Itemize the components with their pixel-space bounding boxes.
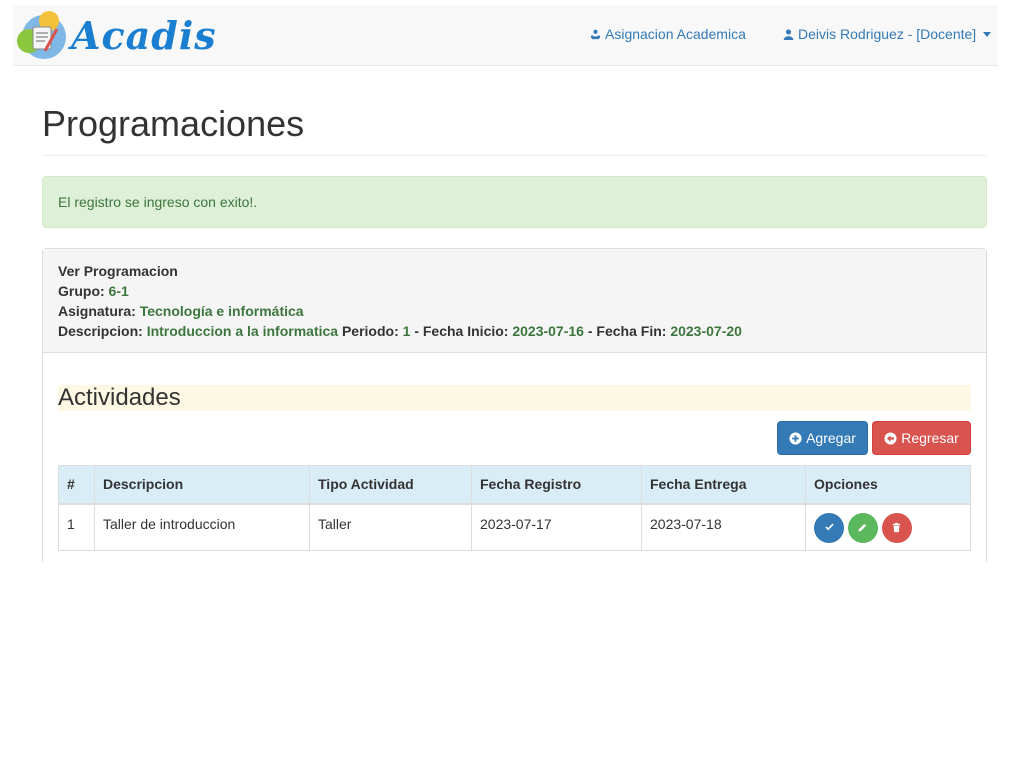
- brand[interactable]: Acadis: [15, 5, 217, 65]
- add-activity-button[interactable]: Agregar: [777, 421, 868, 455]
- edit-activity-button[interactable]: [847, 512, 878, 543]
- complete-activity-button[interactable]: [814, 512, 844, 543]
- column-header-tipo-actividad: Tipo Actividad: [309, 465, 472, 505]
- grupo-label: Grupo:: [58, 283, 105, 299]
- delete-activity-button[interactable]: [881, 512, 912, 543]
- title-divider: [42, 155, 987, 156]
- fecha-fin-label: - Fecha Fin:: [587, 323, 667, 339]
- table-header-row: # Descripcion Tipo Actividad Fecha Regis…: [58, 465, 971, 505]
- cell-opciones: [805, 503, 971, 551]
- column-header-fecha-registro: Fecha Registro: [471, 465, 642, 505]
- fecha-inicio-value: 2023-07-16: [512, 323, 584, 339]
- caret-down-icon: [983, 31, 992, 37]
- asignatura-value: Tecnología e informática: [139, 303, 304, 319]
- table-row: 1 Taller de introduccion Taller 2023-07-…: [58, 503, 971, 551]
- cell-fecha-entrega: 2023-07-18: [641, 503, 806, 551]
- column-header-opciones: Opciones: [805, 465, 971, 505]
- fecha-fin-value: 2023-07-20: [670, 323, 742, 339]
- panel-title: Ver Programacion: [58, 263, 178, 279]
- page-title: Programaciones: [42, 103, 305, 144]
- plus-circle-icon: [789, 431, 802, 445]
- column-header-descripcion: Descripcion: [94, 465, 310, 505]
- success-alert: El registro se ingreso con exito!.: [42, 176, 987, 228]
- descripcion-value: Introduccion a la informatica: [146, 323, 339, 339]
- programacion-panel: Ver Programacion Grupo: 6-1 Asignatura: …: [42, 248, 987, 562]
- check-icon: [824, 523, 834, 531]
- cell-tipo-actividad: Taller: [309, 503, 472, 551]
- back-button[interactable]: Regresar: [872, 421, 971, 455]
- pencil-icon: [858, 523, 867, 532]
- cell-descripcion: Taller de introduccion: [94, 503, 310, 551]
- fecha-inicio-label: - Fecha Inicio:: [414, 323, 509, 339]
- nav-asignacion-academica[interactable]: Asignacion Academica: [590, 26, 746, 42]
- back-button-label: Regresar: [901, 430, 959, 446]
- users-icon: [590, 29, 601, 39]
- user-icon: [783, 28, 794, 40]
- column-header-fecha-entrega: Fecha Entrega: [641, 465, 806, 505]
- asignatura-label: Asignatura:: [58, 303, 136, 319]
- brand-logo-icon: [17, 11, 66, 59]
- activities-section-title: Actividades: [58, 385, 971, 411]
- panel-heading: Ver Programacion Grupo: 6-1 Asignatura: …: [43, 249, 986, 353]
- cell-fecha-registro: 2023-07-17: [471, 503, 642, 551]
- cell-number: 1: [58, 503, 95, 551]
- top-navbar: Acadis Asignacion Academica Deivis Rodri…: [13, 5, 998, 66]
- nav-asignacion-label: Asignacion Academica: [605, 26, 746, 42]
- arrow-left-circle-icon: [884, 431, 897, 445]
- periodo-value: 1: [402, 323, 411, 339]
- user-menu-label: Deivis Rodriguez - [Docente]: [798, 26, 977, 42]
- grupo-value: 6-1: [108, 283, 129, 299]
- activities-table: # Descripcion Tipo Actividad Fecha Regis…: [58, 465, 971, 551]
- column-header-number: #: [58, 465, 95, 505]
- descripcion-label: Descripcion:: [58, 323, 143, 339]
- asignatura-line: Asignatura: Tecnología e informática: [58, 301, 971, 321]
- trash-icon: [893, 522, 901, 533]
- descripcion-line: Descripcion: Introduccion a la informati…: [58, 321, 971, 341]
- brand-name: Acadis: [71, 12, 217, 58]
- periodo-label: Periodo:: [341, 323, 399, 339]
- add-button-label: Agregar: [806, 430, 856, 446]
- grupo-line: Grupo: 6-1: [58, 281, 971, 301]
- alert-message: El registro se ingreso con exito!.: [58, 194, 258, 210]
- user-menu-dropdown[interactable]: Deivis Rodriguez - [Docente]: [783, 26, 992, 42]
